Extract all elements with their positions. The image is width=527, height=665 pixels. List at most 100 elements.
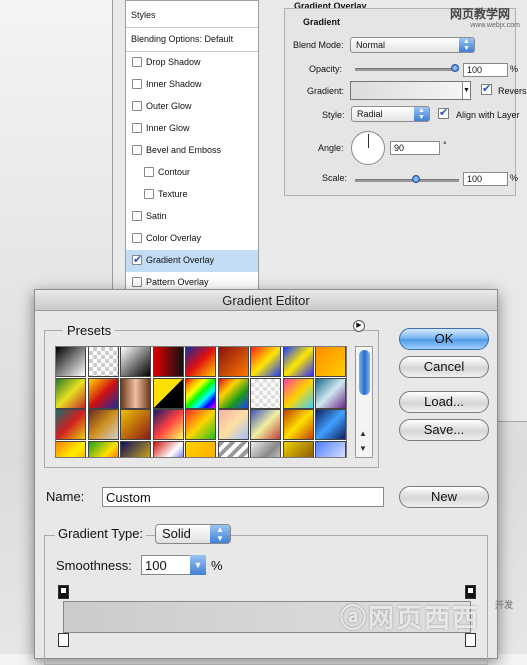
- style-item-checkbox[interactable]: [132, 277, 142, 287]
- preset-swatch[interactable]: [217, 440, 249, 457]
- smoothness-dropdown-icon[interactable]: ▼: [190, 555, 206, 575]
- align-with-layer-checkbox[interactable]: [438, 106, 449, 119]
- preset-swatch[interactable]: [217, 347, 249, 377]
- preset-swatch[interactable]: [87, 377, 119, 409]
- preset-swatch[interactable]: [282, 347, 314, 377]
- style-item-gradient-overlay[interactable]: Gradient Overlay: [126, 250, 258, 272]
- preset-swatch[interactable]: [87, 347, 119, 377]
- preset-swatch[interactable]: [120, 377, 151, 409]
- preset-swatch[interactable]: [315, 440, 346, 457]
- preset-swatch[interactable]: [282, 440, 314, 457]
- preset-swatch[interactable]: [56, 440, 86, 457]
- preset-swatch[interactable]: [185, 377, 216, 409]
- scroll-up-icon[interactable]: ▲: [359, 429, 367, 438]
- preset-swatch[interactable]: [185, 347, 216, 377]
- style-item-outer-glow[interactable]: Outer Glow: [126, 96, 258, 118]
- preset-swatch[interactable]: [120, 347, 151, 377]
- preset-swatch[interactable]: [315, 377, 346, 409]
- opacity-slider[interactable]: [355, 68, 459, 71]
- preset-swatch[interactable]: [87, 409, 119, 440]
- styles-header[interactable]: Styles: [126, 1, 258, 28]
- smoothness-percent: %: [211, 558, 223, 573]
- reverse-label: Revers: [498, 86, 527, 96]
- gradient-preview-swatch[interactable]: ▼: [350, 81, 471, 100]
- angle-label: Angle:: [318, 143, 344, 153]
- preset-swatch[interactable]: [152, 377, 184, 409]
- scale-percent: %: [510, 173, 519, 183]
- style-item-contour[interactable]: Contour: [126, 162, 258, 184]
- presets-scrollbar[interactable]: ▲ ▼: [355, 346, 373, 458]
- preset-swatch[interactable]: [282, 377, 314, 409]
- style-item-label: Outer Glow: [146, 101, 192, 111]
- preset-swatch[interactable]: [56, 377, 86, 409]
- cancel-button[interactable]: Cancel: [399, 356, 489, 378]
- style-item-checkbox[interactable]: [132, 57, 142, 67]
- angle-input[interactable]: 90: [390, 141, 440, 155]
- load-button[interactable]: Load...: [399, 391, 489, 413]
- angle-dial[interactable]: [351, 131, 385, 165]
- scroll-down-icon[interactable]: ▼: [359, 444, 367, 453]
- preset-swatch[interactable]: [217, 377, 249, 409]
- preset-swatch[interactable]: [185, 440, 216, 457]
- style-item-inner-glow[interactable]: Inner Glow: [126, 118, 258, 140]
- reverse-checkbox[interactable]: [481, 82, 492, 95]
- style-item-inner-shadow[interactable]: Inner Shadow: [126, 74, 258, 96]
- scrollbar-thumb[interactable]: [359, 350, 370, 395]
- angle-degree: °: [443, 140, 447, 150]
- style-item-checkbox[interactable]: [132, 101, 142, 111]
- preset-swatch-grid[interactable]: [55, 346, 347, 458]
- preset-swatch[interactable]: [152, 409, 184, 440]
- dropdown-arrow-icon[interactable]: ▼: [462, 82, 470, 99]
- style-item-bevel-and-emboss[interactable]: Bevel and Emboss: [126, 140, 258, 162]
- opacity-slider-knob[interactable]: [451, 64, 459, 72]
- opacity-input[interactable]: 100: [463, 63, 508, 77]
- style-item-checkbox[interactable]: [132, 233, 142, 243]
- style-item-texture[interactable]: Texture: [126, 184, 258, 206]
- preset-swatch[interactable]: [56, 409, 86, 440]
- preset-swatch[interactable]: [152, 440, 184, 457]
- style-item-checkbox[interactable]: [132, 79, 142, 89]
- opacity-stop-left[interactable]: [58, 585, 69, 599]
- preset-swatch[interactable]: [56, 347, 86, 377]
- scale-slider-knob[interactable]: [412, 175, 420, 183]
- preset-swatch[interactable]: [315, 347, 346, 377]
- style-item-color-overlay[interactable]: Color Overlay: [126, 228, 258, 250]
- gradient-label: Gradient:: [307, 86, 345, 96]
- scale-slider[interactable]: [355, 179, 459, 182]
- name-input[interactable]: Custom: [102, 487, 384, 507]
- scale-input[interactable]: 100: [463, 172, 508, 186]
- new-button[interactable]: New: [399, 486, 489, 508]
- preset-swatch[interactable]: [120, 440, 151, 457]
- preset-swatch[interactable]: [250, 377, 281, 409]
- preset-swatch[interactable]: [217, 409, 249, 440]
- style-item-checkbox[interactable]: [144, 189, 154, 199]
- gradient-type-select[interactable]: Solid ▲ ▼: [155, 524, 231, 544]
- ok-button[interactable]: OK: [399, 328, 489, 350]
- preset-swatch[interactable]: [185, 409, 216, 440]
- blending-options-item[interactable]: Blending Options: Default: [126, 28, 258, 52]
- preset-swatch[interactable]: [282, 409, 314, 440]
- preset-swatch[interactable]: [250, 347, 281, 377]
- style-label: Style:: [322, 110, 345, 120]
- style-item-checkbox[interactable]: [132, 253, 142, 266]
- style-item-checkbox[interactable]: [144, 167, 154, 177]
- style-item-satin[interactable]: Satin: [126, 206, 258, 228]
- gradient-editor-titlebar[interactable]: Gradient Editor: [35, 290, 497, 311]
- preset-swatch[interactable]: [315, 409, 346, 440]
- save-button[interactable]: Save...: [399, 419, 489, 441]
- style-item-checkbox[interactable]: [132, 145, 142, 155]
- style-item-checkbox[interactable]: [132, 123, 142, 133]
- style-item-label: Satin: [146, 211, 167, 221]
- opacity-stop-right[interactable]: [465, 585, 476, 599]
- color-stop-left[interactable]: [58, 633, 69, 647]
- style-select[interactable]: Radial ▲ ▼: [351, 106, 430, 122]
- preset-swatch[interactable]: [120, 409, 151, 440]
- preset-swatch[interactable]: [87, 440, 119, 457]
- style-item-checkbox[interactable]: [132, 211, 142, 221]
- preset-swatch[interactable]: [152, 347, 184, 377]
- presets-menu-icon[interactable]: ▶: [353, 320, 365, 332]
- preset-swatch[interactable]: [250, 409, 281, 440]
- preset-swatch[interactable]: [250, 440, 281, 457]
- style-item-drop-shadow[interactable]: Drop Shadow: [126, 52, 258, 74]
- blend-mode-select[interactable]: Normal ▲ ▼: [350, 37, 475, 53]
